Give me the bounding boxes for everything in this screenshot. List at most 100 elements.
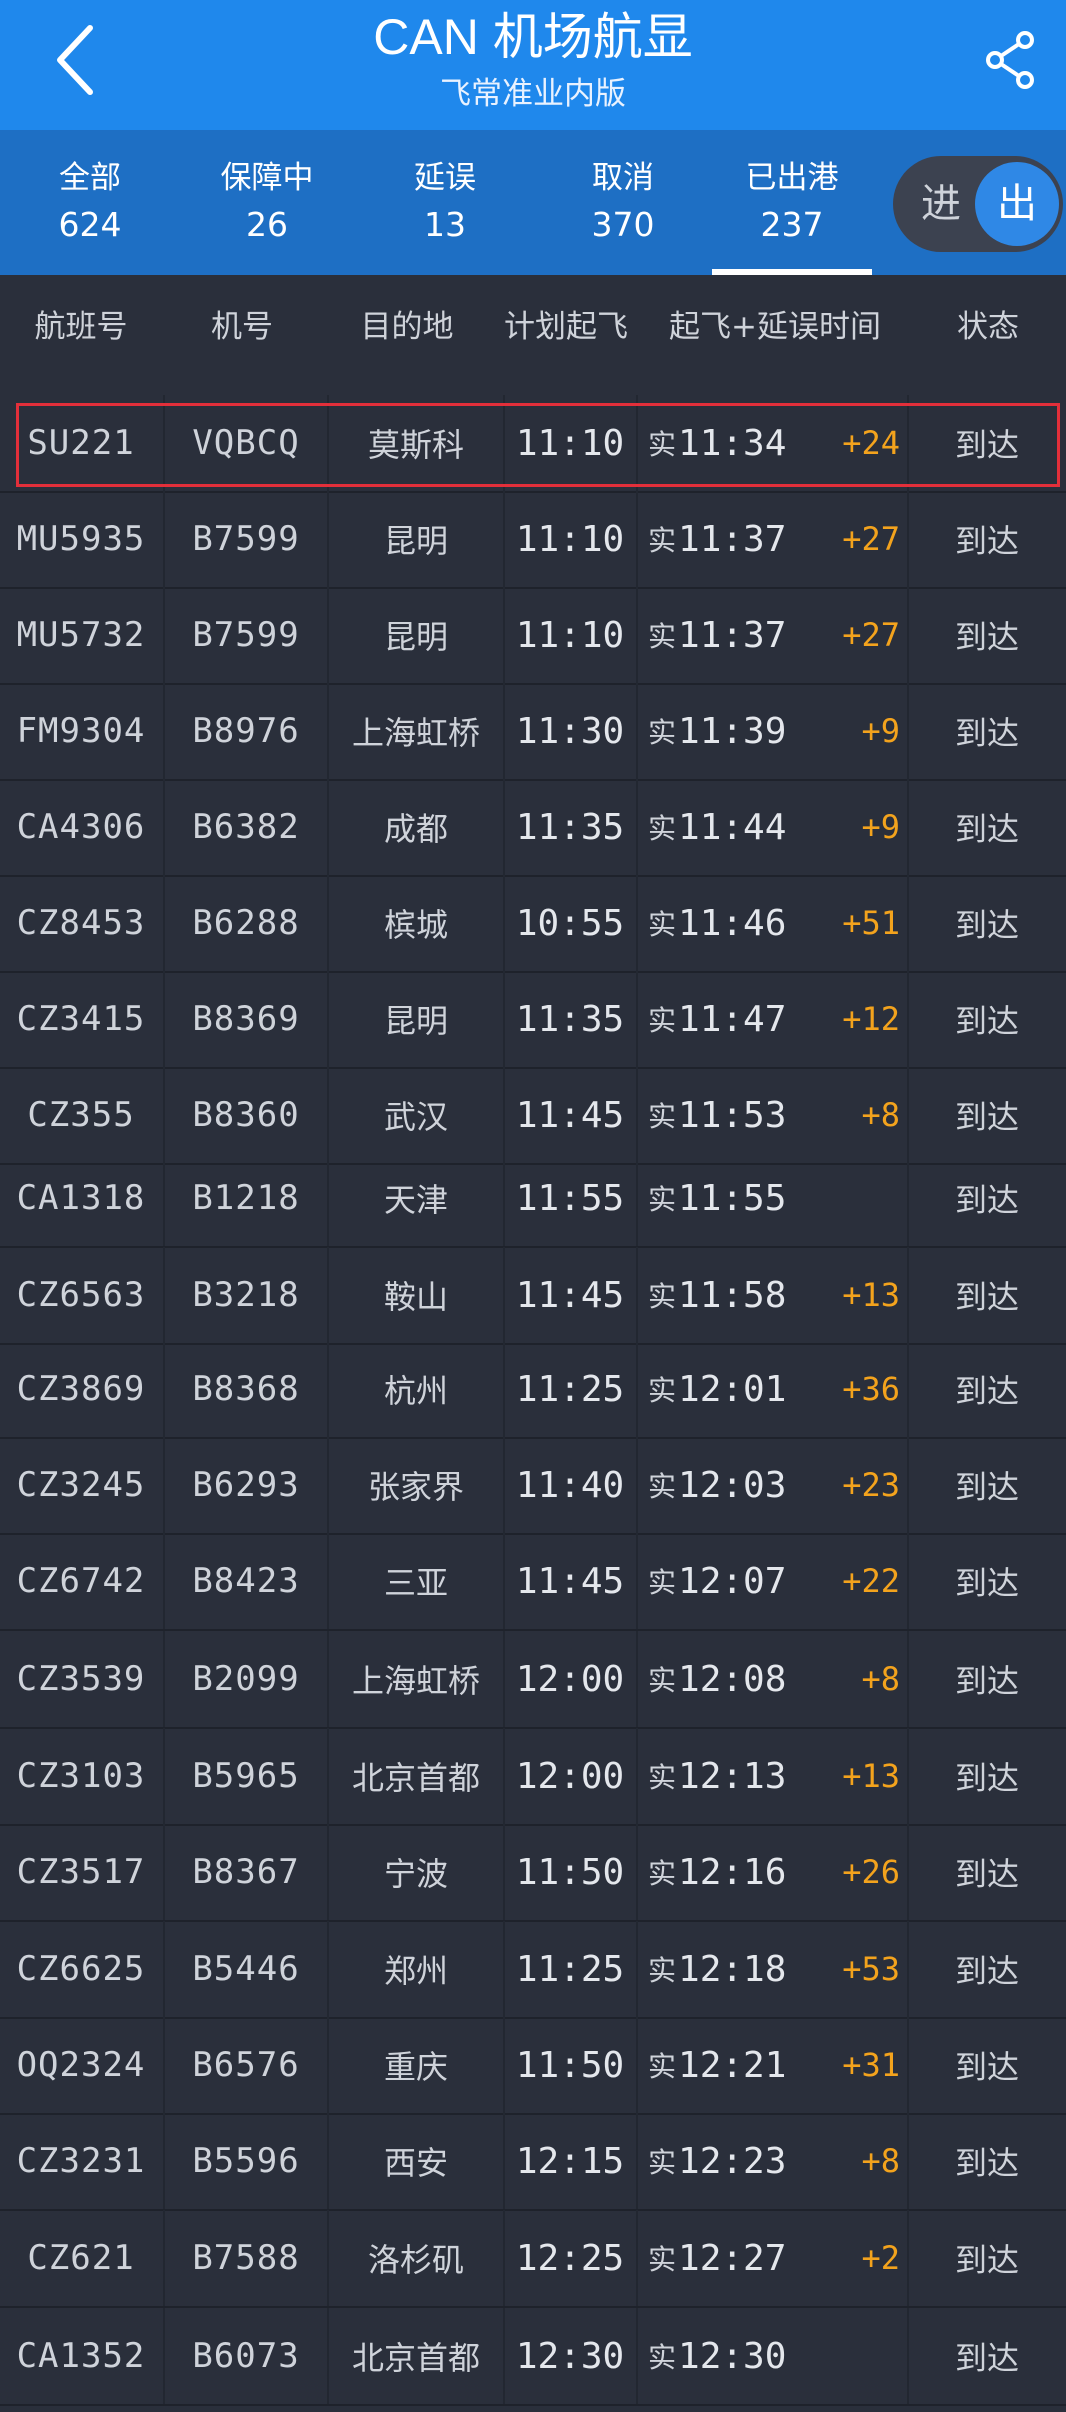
flight-status: 到达 — [954, 1759, 1019, 1797]
aircraft-registration: B5965 — [192, 1756, 300, 1796]
tab-departed[interactable]: 已出港 237 — [712, 130, 872, 275]
table-row[interactable]: CZ6563 B3218 鞍山 11:45 实 11:58 +13 到达 — [0, 1247, 1066, 1345]
table-row[interactable]: CZ621 B7588 洛杉矶 12:25 实 12:27 +2 到达 — [0, 2210, 1066, 2308]
toggle-knob[interactable]: 出 — [975, 162, 1059, 246]
tab-label: 已出港 — [745, 160, 839, 196]
share-icon — [986, 31, 1034, 89]
scheduled-time: 11:30 — [515, 710, 625, 752]
table-row[interactable]: CA1352 B6073 北京首都 12:30 实 12:30 到达 — [0, 2308, 1066, 2406]
tab-all[interactable]: 全部 624 — [10, 130, 170, 275]
share-button[interactable] — [966, 10, 1056, 110]
actual-time: 12:13 — [678, 1755, 787, 1797]
actual-prefix: 实 — [648, 524, 677, 557]
actual-prefix: 实 — [648, 1857, 677, 1890]
flight-status: 到达 — [954, 522, 1019, 560]
column-divider — [636, 971, 638, 1067]
table-row[interactable]: CA4306 B6382 成都 11:35 实 11:44 +9 到达 — [0, 779, 1066, 877]
column-divider — [636, 2113, 638, 2209]
aircraft-registration: B7599 — [192, 615, 300, 655]
in-out-toggle[interactable]: 进 出 — [893, 156, 1063, 252]
actual-time: 12:18 — [678, 1948, 787, 1990]
destination: 昆明 — [383, 1002, 448, 1040]
actual-time: 12:03 — [678, 1464, 787, 1506]
table-row[interactable]: OQ2324 B6576 重庆 11:50 实 12:21 +31 到达 — [0, 2017, 1066, 2115]
destination: 北京首都 — [351, 1759, 480, 1797]
scheduled-time: 12:00 — [515, 1658, 625, 1700]
table-row[interactable]: CZ3245 B6293 张家界 11:40 实 12:03 +23 到达 — [0, 1437, 1066, 1535]
column-divider — [636, 1728, 638, 1824]
actual-time: 12:27 — [678, 2237, 787, 2279]
flight-number: CA4306 — [16, 807, 146, 847]
flight-status: 到达 — [954, 1855, 1019, 1893]
delay-minutes: +31 — [842, 2046, 900, 2084]
table-header: 航班号 机号 目的地 计划起飞 起飞+延误时间 状态 — [0, 275, 1066, 395]
actual-time-cell: 实 11:53 — [648, 1067, 808, 1163]
page-title: CAN 机场航显 — [373, 9, 693, 65]
column-divider — [636, 1067, 638, 1163]
flight-status: 到达 — [954, 1662, 1019, 1700]
table-row[interactable]: CZ6625 B5446 郑州 11:25 实 12:18 +53 到达 — [0, 1921, 1066, 2019]
flight-status: 到达 — [954, 618, 1019, 656]
actual-time-cell: 实 12:16 — [648, 1824, 808, 1920]
aircraft-registration: B5446 — [192, 1949, 300, 1989]
delay-minutes: +27 — [842, 520, 900, 558]
scheduled-time: 11:10 — [515, 614, 625, 656]
tab-in-service[interactable]: 保障中 26 — [187, 130, 347, 275]
table-row[interactable]: CZ3539 B2099 上海虹桥 12:00 实 12:08 +8 到达 — [0, 1631, 1066, 1729]
table-row[interactable]: CZ3103 B5965 北京首都 12:00 实 12:13 +13 到达 — [0, 1728, 1066, 1826]
flight-number: CZ3539 — [16, 1659, 146, 1699]
page-subtitle: 飞常准业内版 — [440, 76, 626, 112]
table-row[interactable]: CZ8453 B6288 槟城 10:55 实 11:46 +51 到达 — [0, 875, 1066, 973]
flight-status: 到达 — [954, 1002, 1019, 1040]
destination: 莫斯科 — [367, 426, 464, 464]
table-row[interactable]: MU5935 B7599 昆明 11:10 实 11:37 +27 到达 — [0, 491, 1066, 589]
actual-time-cell: 实 12:07 — [648, 1533, 808, 1629]
delay-minutes: +26 — [842, 1853, 900, 1891]
aircraft-registration: B7588 — [192, 2238, 300, 2278]
column-header-registration: 机号 — [211, 309, 273, 345]
actual-time: 12:23 — [678, 2140, 787, 2182]
destination: 宁波 — [383, 1855, 448, 1893]
flight-number: CZ3415 — [16, 999, 146, 1039]
flight-number: CZ3869 — [16, 1369, 146, 1409]
table-row[interactable]: CZ3415 B8369 昆明 11:35 实 11:47 +12 到达 — [0, 971, 1066, 1069]
delay-minutes: +51 — [842, 904, 900, 942]
column-divider — [636, 491, 638, 587]
table-row[interactable]: MU5732 B7599 昆明 11:10 实 11:37 +27 到达 — [0, 587, 1066, 685]
actual-time-cell: 实 12:03 — [648, 1437, 808, 1533]
scheduled-time: 12:00 — [515, 1755, 625, 1797]
scheduled-time: 11:50 — [515, 1851, 625, 1893]
table-row[interactable]: CZ6742 B8423 三亚 11:45 实 12:07 +22 到达 — [0, 1533, 1066, 1631]
flight-status: 到达 — [954, 1468, 1019, 1506]
aircraft-registration: B6576 — [192, 2045, 300, 2085]
flight-number: CZ3245 — [16, 1465, 146, 1505]
column-divider — [636, 1437, 638, 1533]
flight-status: 到达 — [954, 2339, 1019, 2377]
column-divider — [636, 2308, 638, 2404]
destination: 昆明 — [383, 522, 448, 560]
table-row[interactable]: CZ3517 B8367 宁波 11:50 实 12:16 +26 到达 — [0, 1824, 1066, 1922]
table-row[interactable]: CZ3231 B5596 西安 12:15 实 12:23 +8 到达 — [0, 2113, 1066, 2211]
tab-delayed[interactable]: 延误 13 — [365, 130, 525, 275]
toggle-in-label: 进 — [921, 181, 961, 227]
flight-number: MU5732 — [16, 615, 146, 655]
table-row[interactable]: FM9304 B8976 上海虹桥 11:30 实 11:39 +9 到达 — [0, 683, 1066, 781]
toggle-out-label: 出 — [997, 181, 1037, 227]
actual-time: 12:21 — [678, 2044, 787, 2086]
aircraft-registration: B6073 — [192, 2336, 300, 2376]
actual-time-cell: 实 11:55 — [648, 1150, 808, 1246]
scheduled-time: 11:45 — [515, 1094, 625, 1136]
aircraft-registration: B5596 — [192, 2141, 300, 2181]
table-row[interactable]: CA1318 B1218 天津 11:55 实 11:55 到达 — [0, 1150, 1066, 1248]
actual-time: 11:47 — [678, 998, 787, 1040]
actual-time: 12:08 — [678, 1658, 787, 1700]
table-row[interactable]: SU221 VQBCQ 莫斯科 11:10 实 11:34 +24 到达 — [0, 395, 1066, 493]
flight-status: 到达 — [954, 2144, 1019, 2182]
flight-number: CZ3103 — [16, 1756, 146, 1796]
table-row[interactable]: CZ3869 B8368 杭州 11:25 实 12:01 +36 到达 — [0, 1341, 1066, 1439]
scheduled-time: 12:15 — [515, 2140, 625, 2182]
flight-number: MU5935 — [16, 519, 146, 559]
actual-time-cell: 实 11:46 — [648, 875, 808, 971]
destination: 北京首都 — [351, 2339, 480, 2377]
tab-cancelled[interactable]: 取消 370 — [543, 130, 703, 275]
